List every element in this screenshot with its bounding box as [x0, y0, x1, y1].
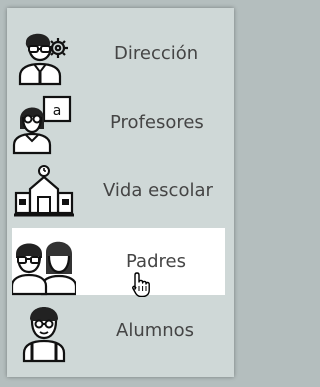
director-icon: [12, 22, 76, 86]
menu-item-direccion[interactable]: Dirección: [12, 22, 225, 86]
teacher-icon: a: [12, 91, 76, 155]
menu-item-label: Alumnos: [116, 320, 195, 341]
menu-item-label: Dirección: [114, 43, 199, 64]
menu-item-alumnos[interactable]: Alumnos: [12, 299, 225, 363]
parents-icon: [12, 232, 76, 296]
school-building-icon: [12, 159, 76, 223]
menu-item-padres[interactable]: Padres: [12, 228, 225, 296]
menu-item-profesores[interactable]: a Profesores: [12, 91, 225, 155]
student-icon: [12, 299, 76, 363]
menu-item-label: Profesores: [110, 112, 204, 133]
svg-text:a: a: [53, 103, 62, 119]
menu-item-label: Vida escolar: [103, 180, 213, 201]
hand-cursor-icon: [131, 271, 151, 298]
menu-item-vida-escolar[interactable]: Vida escolar: [12, 159, 225, 223]
